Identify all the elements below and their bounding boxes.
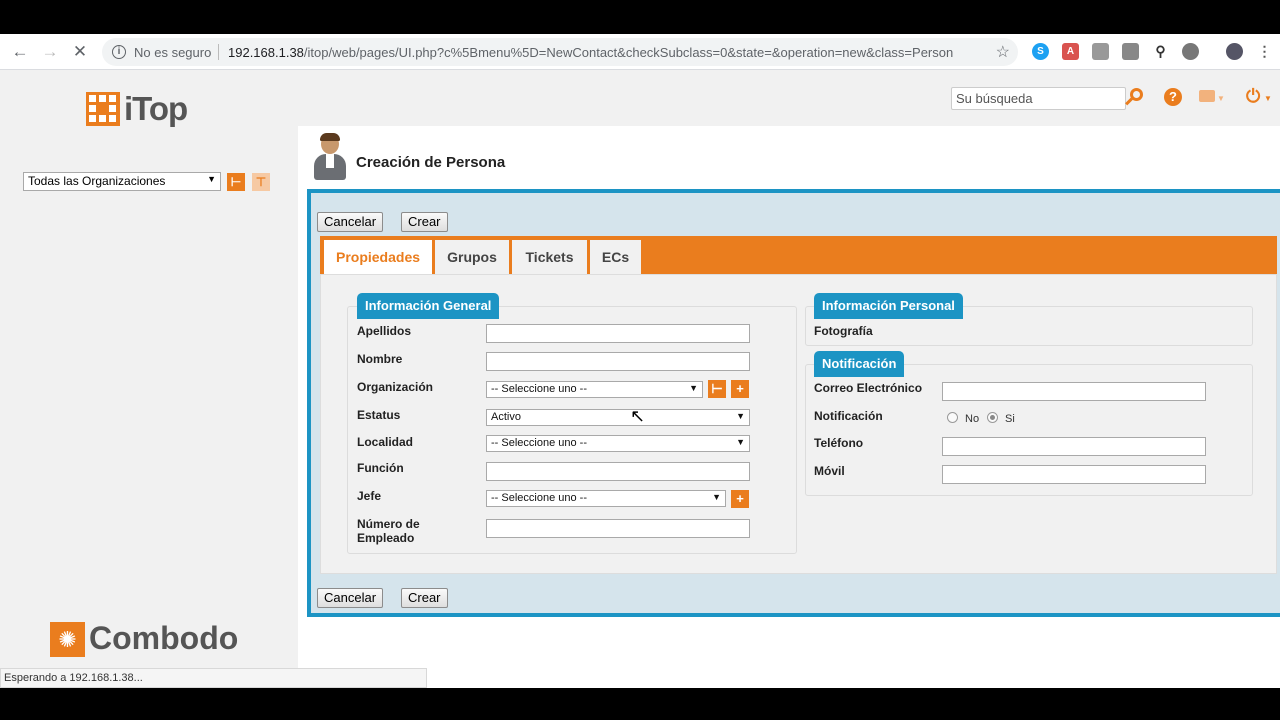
skype-extension-icon[interactable]: S <box>1032 43 1049 60</box>
telefono-input[interactable] <box>942 437 1206 456</box>
forward-icon[interactable]: → <box>40 42 60 62</box>
correo-label: Correo Electrónico <box>814 381 923 395</box>
extension-icon-2[interactable] <box>1122 43 1139 60</box>
chevron-down-icon: ▼ <box>736 411 745 421</box>
organizacion-select-value: -- Seleccione uno -- <box>491 383 587 395</box>
chevron-down-icon: ▼ <box>207 174 216 184</box>
url-host: 192.168.1.38 <box>228 45 304 60</box>
create-button-bottom[interactable]: Crear <box>401 588 448 608</box>
back-icon[interactable]: ← <box>10 42 30 62</box>
url-path: /itop/web/pages/UI.php?c%5Bmenu%5D=NewCo… <box>303 45 954 60</box>
notificacion-label: Notificación <box>814 409 883 423</box>
estatus-select[interactable]: Activo ▼ <box>486 409 750 426</box>
notification-legend: Notificación <box>814 351 905 377</box>
organizacion-label: Organización <box>357 380 434 394</box>
person-icon <box>312 133 348 180</box>
pdf-extension-icon[interactable]: A <box>1062 43 1079 60</box>
jefe-select-value: -- Seleccione uno -- <box>491 492 587 504</box>
jefe-select[interactable]: -- Seleccione uno -- ▼ <box>486 490 726 507</box>
estatus-select-value: Activo <box>491 411 521 423</box>
telefono-label: Teléfono <box>814 436 864 450</box>
tabs-bar: Propiedades Grupos Tickets ECs <box>320 236 1277 274</box>
globe-extension-icon[interactable] <box>1182 43 1199 60</box>
top-header: Su búsqueda ? ▼ ⏻ ▼ <box>298 70 1280 126</box>
localidad-select-value: -- Seleccione uno -- <box>491 437 587 449</box>
browser-status-bar: Esperando a 192.168.1.38... <box>0 668 427 688</box>
left-pane: iTop Todas las Organizaciones ▼ ⊢ ⊤ ✺ Co… <box>0 70 298 688</box>
org-hierarchy-button[interactable]: ⊢ <box>708 380 726 398</box>
profile-avatar[interactable] <box>1226 43 1243 60</box>
apellidos-input[interactable] <box>486 324 750 343</box>
movil-input[interactable] <box>942 465 1206 484</box>
correo-input[interactable] <box>942 382 1206 401</box>
notificacion-si-radio[interactable] <box>987 412 998 423</box>
tab-panel-propiedades: Información General Apellidos Nombre Org… <box>320 274 1277 574</box>
add-jefe-button[interactable]: + <box>731 490 749 508</box>
power-icon[interactable]: ⏻ <box>1246 86 1260 107</box>
tab-grupos[interactable]: Grupos <box>435 240 509 274</box>
organization-filter-select[interactable]: Todas las Organizaciones ▼ <box>23 172 221 191</box>
page-header: Creación de Persona <box>298 126 1280 188</box>
chevron-down-icon: ▼ <box>712 492 721 502</box>
creation-form: Cancelar Crear Propiedades Grupos Ticket… <box>307 189 1280 617</box>
combodo-logo-mark: ✺ <box>50 622 85 657</box>
numero-empleado-label: Número de Empleado <box>357 517 420 545</box>
search-icon[interactable] <box>1124 86 1144 108</box>
chevron-down-icon: ▼ <box>689 383 698 393</box>
funcion-input[interactable] <box>486 462 750 481</box>
tab-propiedades[interactable]: Propiedades <box>324 240 432 274</box>
localidad-label: Localidad <box>357 435 414 449</box>
menu-icon[interactable]: ⋮ <box>1256 43 1273 60</box>
mouse-cursor-icon: ↖ <box>630 406 646 426</box>
nombre-label: Nombre <box>357 352 403 366</box>
estatus-label: Estatus <box>357 408 401 422</box>
browser-window: ← → ✕ i No es seguro 192.168.1.38/itop/w… <box>0 34 1280 688</box>
create-button[interactable]: Crear <box>401 212 448 232</box>
cancel-button-bottom[interactable]: Cancelar <box>317 588 384 608</box>
organizacion-select[interactable]: -- Seleccione uno -- ▼ <box>486 381 703 398</box>
not-secure-label: No es seguro <box>134 45 212 60</box>
info-icon[interactable]: i <box>112 45 126 59</box>
jefe-label: Jefe <box>357 489 382 503</box>
bookmark-star-icon[interactable]: ☆ <box>996 42 1010 62</box>
notificacion-no-radio[interactable] <box>947 412 958 423</box>
chevron-down-icon: ▼ <box>736 437 745 447</box>
general-info-legend: Información General <box>357 293 500 319</box>
personal-info-legend: Información Personal <box>814 293 963 319</box>
localidad-select[interactable]: -- Seleccione uno -- ▼ <box>486 435 750 452</box>
apellidos-label: Apellidos <box>357 324 412 338</box>
notificacion-si-label: Si <box>1005 413 1015 425</box>
tab-tickets[interactable]: Tickets <box>512 240 587 274</box>
address-bar[interactable]: i No es seguro 192.168.1.38/itop/web/pag… <box>102 38 1018 66</box>
tab-ecs[interactable]: ECs <box>590 240 641 274</box>
itop-logo-text: iTop <box>124 90 188 127</box>
page-title: Creación de Persona <box>356 154 506 171</box>
url-text[interactable]: 192.168.1.38/itop/web/pages/UI.php?c%5Bm… <box>228 45 953 60</box>
org-hierarchy-button[interactable]: ⊢ <box>227 173 245 191</box>
chat-caret-icon[interactable]: ▼ <box>1217 94 1225 103</box>
fotografia-label: Fotografía <box>814 324 873 338</box>
cancel-button[interactable]: Cancelar <box>317 212 384 232</box>
search-placeholder: Su búsqueda <box>956 91 1033 106</box>
zoom-extension-icon[interactable]: ⚲ <box>1152 43 1169 60</box>
movil-label: Móvil <box>814 464 845 478</box>
combodo-logo-text: Combodo <box>89 620 239 656</box>
organization-filter-value: Todas las Organizaciones <box>28 174 166 188</box>
url-separator <box>218 44 219 60</box>
help-icon[interactable]: ? <box>1164 88 1182 106</box>
add-organization-button[interactable]: + <box>731 380 749 398</box>
itop-logo-mark <box>86 92 120 126</box>
numero-empleado-input[interactable] <box>486 519 750 538</box>
stop-icon[interactable]: ✕ <box>70 42 90 62</box>
funcion-label: Función <box>357 461 404 475</box>
extension-icon[interactable] <box>1092 43 1109 60</box>
chat-icon[interactable] <box>1199 90 1215 102</box>
global-search-input[interactable]: Su búsqueda <box>951 87 1126 110</box>
nombre-input[interactable] <box>486 352 750 371</box>
pin-icon[interactable]: ⊤ <box>252 173 270 191</box>
notificacion-no-label: No <box>965 413 980 425</box>
power-caret-icon[interactable]: ▼ <box>1264 94 1272 103</box>
browser-toolbar: ← → ✕ i No es seguro 192.168.1.38/itop/w… <box>0 34 1280 70</box>
